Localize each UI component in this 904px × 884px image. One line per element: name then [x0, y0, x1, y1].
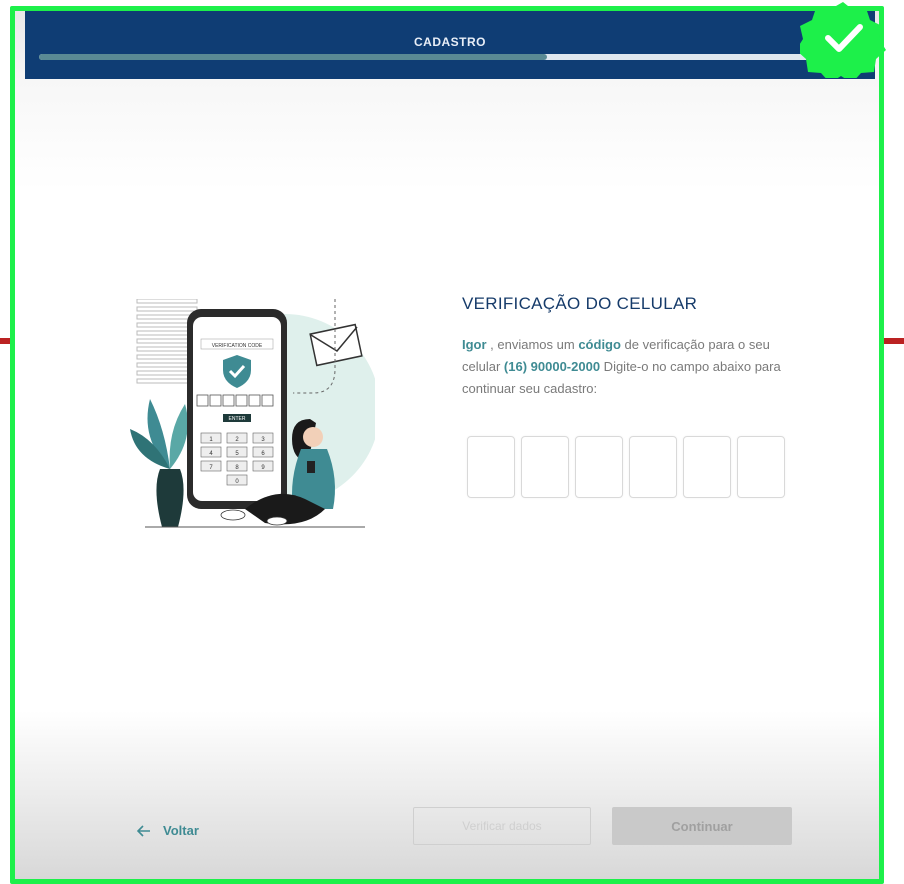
code-word: código	[578, 337, 621, 352]
verify-data-button[interactable]: Verificar dados	[413, 807, 591, 845]
code-digit-3[interactable]	[575, 436, 623, 498]
code-digit-6[interactable]	[737, 436, 785, 498]
phone-number: (16) 90000-2000	[503, 359, 601, 374]
verification-title: VERIFICAÇÃO DO CELULAR	[462, 294, 698, 313]
arrow-left-icon	[137, 824, 150, 837]
code-digit-2[interactable]	[521, 436, 569, 498]
back-label: Voltar	[163, 823, 199, 838]
code-digit-1[interactable]	[467, 436, 515, 498]
app-frame: CADASTRO VERIFICATION CODE ENTER 1 2 3 4…	[10, 6, 884, 884]
progress-fill	[39, 54, 548, 60]
code-input-group	[467, 436, 785, 498]
phone-verification-illustration: VERIFICATION CODE ENTER 1 2 3 4 5 6 7 8 …	[130, 299, 375, 528]
main-content: VERIFICATION CODE ENTER 1 2 3 4 5 6 7 8 …	[25, 79, 875, 879]
continue-button[interactable]: Continuar	[612, 807, 792, 845]
header-bar: CADASTRO	[25, 11, 875, 79]
user-name: Igor	[462, 337, 487, 352]
page-title: CADASTRO	[414, 35, 486, 49]
phone-icon: VERIFICATION CODE ENTER 1 2 3 4 5 6 7 8 …	[187, 309, 287, 509]
check-badge-icon	[800, 2, 886, 78]
code-digit-5[interactable]	[683, 436, 731, 498]
plant-icon	[130, 399, 188, 527]
verification-message: Igor , enviamos um código de verificação…	[462, 334, 782, 400]
code-digit-4[interactable]	[629, 436, 677, 498]
screen-label: VERIFICATION CODE	[212, 343, 263, 349]
message-part-1: , enviamos um	[486, 337, 579, 352]
back-button[interactable]: Voltar	[137, 823, 199, 838]
progress-bar	[39, 54, 859, 60]
enter-button-label: ENTER	[229, 416, 246, 422]
